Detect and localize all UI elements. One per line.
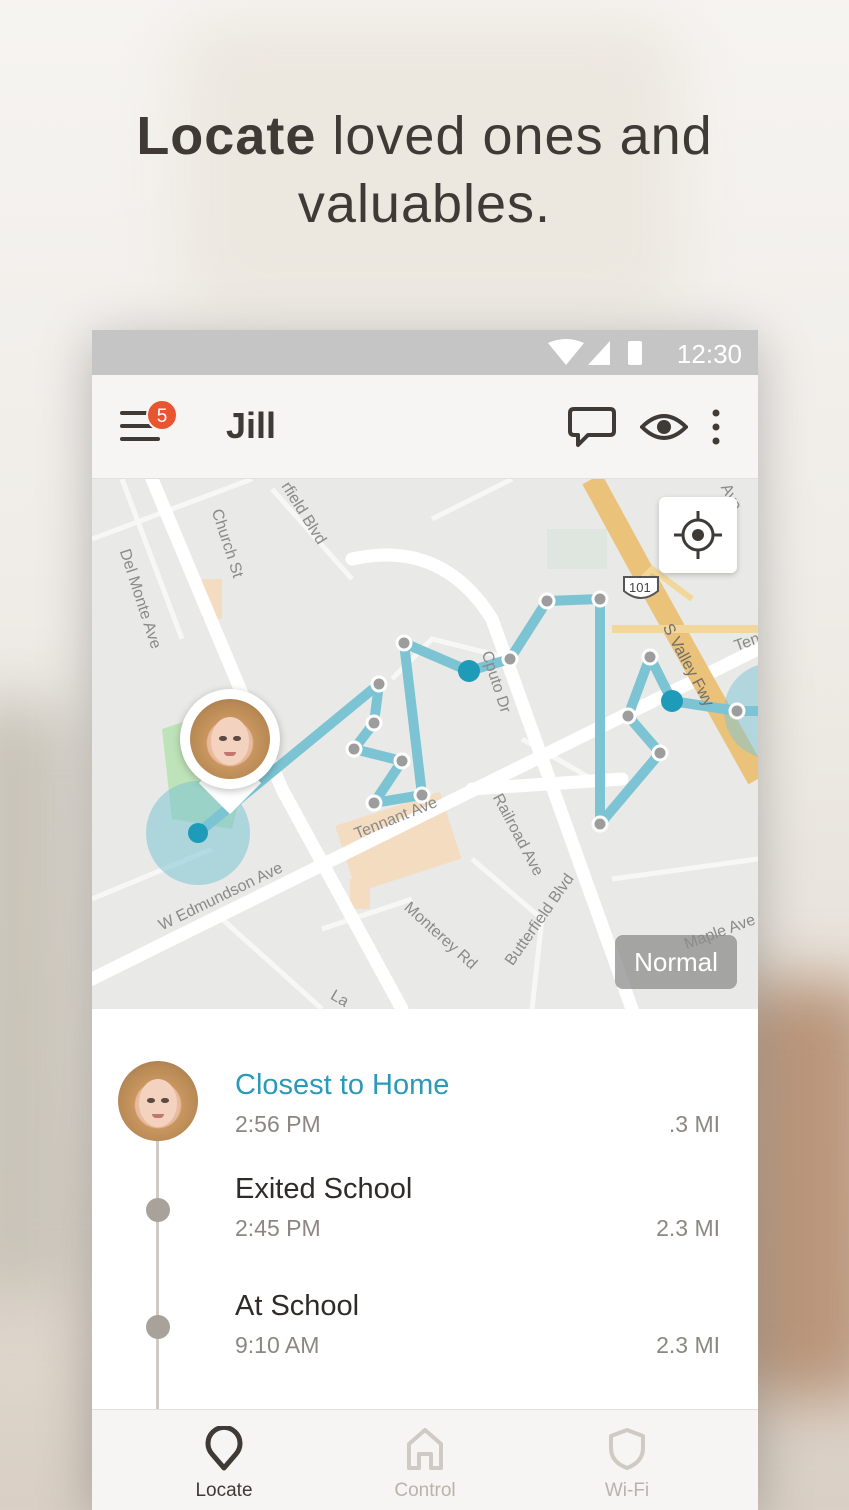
map-mode-button[interactable]: Normal — [615, 935, 737, 989]
signal-icon — [588, 341, 610, 365]
crosshair-icon — [674, 511, 722, 559]
map-park — [547, 529, 607, 569]
my-location-button[interactable] — [659, 497, 737, 573]
timeline-item-title: Closest to Home — [235, 1069, 450, 1101]
notification-badge: 5 — [146, 399, 178, 431]
timeline-dot — [146, 1198, 170, 1222]
timeline-item[interactable]: Exited School 2:45 PM 2.3 MI — [92, 1173, 758, 1263]
timeline-item-distance: 2.3 MI — [656, 1215, 720, 1241]
headline-line2: valuables. — [297, 174, 552, 234]
chat-icon[interactable] — [568, 405, 616, 449]
nav-tab-control[interactable]: Control — [355, 1410, 495, 1510]
nav-label: Control — [394, 1480, 456, 1501]
shield-icon — [609, 1428, 645, 1470]
highway-shield-label: 101 — [629, 580, 651, 595]
timeline-item-title: Exited School — [235, 1173, 413, 1205]
status-bar: 12:30 — [92, 330, 758, 375]
avatar-face — [210, 716, 250, 765]
signal-battery-icons — [548, 339, 642, 365]
nav-label: Wi-Fi — [604, 1480, 650, 1501]
timeline-item[interactable]: At School 9:10 AM 2.3 MI — [92, 1290, 758, 1380]
route-stop-marker — [458, 660, 480, 682]
background-plant-blur — [0, 700, 70, 1300]
wifi-icon — [548, 339, 584, 365]
timeline-item-time: 9:10 AM — [235, 1332, 320, 1358]
app-bar: 5 Jill — [92, 375, 758, 479]
location-timeline: Closest to Home 2:56 PM .3 MI Exited Sch… — [92, 1009, 758, 1419]
timeline-item-time: 2:56 PM — [235, 1111, 321, 1137]
page-title: Jill — [226, 405, 277, 446]
route-stop-marker — [661, 690, 683, 712]
home-icon — [407, 1428, 443, 1470]
headline-rest: loved ones and — [316, 106, 713, 166]
timeline-dot — [146, 1315, 170, 1339]
map-view[interactable]: 101 Church St Del Monte Ave rfield Blvd … — [92, 479, 758, 1009]
eye-icon[interactable] — [640, 405, 688, 449]
location-pin-icon — [205, 1426, 243, 1471]
nav-tab-locate[interactable]: Locate — [154, 1410, 294, 1510]
menu-icon-bar — [120, 437, 160, 441]
person-map-pin[interactable] — [180, 689, 280, 829]
avatar — [190, 699, 270, 779]
timeline-item-time: 2:45 PM — [235, 1215, 321, 1241]
status-time: 12:30 — [676, 339, 742, 369]
bottom-nav: Locate Control Wi-Fi — [92, 1409, 758, 1510]
pin-head — [180, 689, 280, 789]
timeline-item-title: At School — [235, 1290, 360, 1322]
timeline-item-distance: .3 MI — [668, 1111, 720, 1137]
battery-icon — [628, 341, 642, 365]
timeline-item-distance: 2.3 MI — [656, 1332, 720, 1358]
map-poi-area — [350, 879, 370, 909]
nav-label: Locate — [195, 1480, 253, 1501]
headline-bold: Locate — [136, 106, 317, 166]
phone-screen: 12:30 5 Jill 101 Church St Del Monte Ave… — [92, 330, 758, 1510]
timeline-item[interactable]: Closest to Home 2:56 PM .3 MI — [92, 1069, 758, 1159]
nav-tab-wifi[interactable]: Wi-Fi — [557, 1410, 697, 1510]
headline: Locate loved ones and valuables. — [0, 102, 849, 238]
more-options-icon[interactable] — [706, 405, 726, 449]
